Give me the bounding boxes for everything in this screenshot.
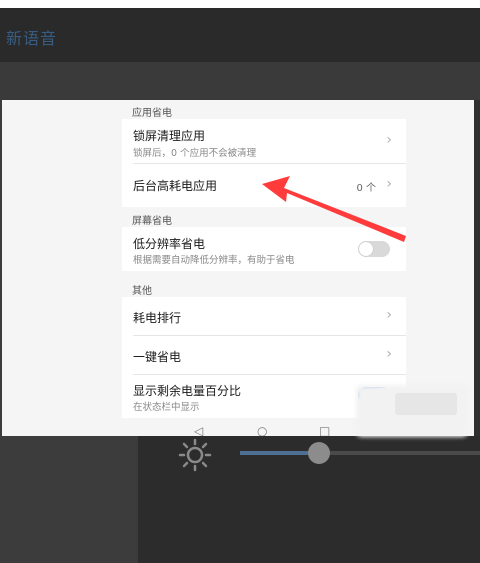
row-title: 后台高耗电应用 — [133, 179, 218, 193]
row-title: 锁屏清理应用 — [133, 129, 206, 143]
background-app-title: 新语音 — [6, 29, 58, 48]
row-subtitle: 锁屏后，0 个应用不会被清理 — [133, 148, 257, 159]
chevron-right-icon: › — [386, 307, 392, 323]
section-header-app-saving: 应用省电 — [132, 108, 172, 119]
back-icon[interactable]: ◁ — [194, 424, 203, 436]
chevron-right-icon: › — [386, 176, 392, 192]
row-title: 一键省电 — [133, 350, 182, 364]
top-edge — [0, 0, 480, 8]
brightness-icon — [178, 438, 212, 472]
section-header-screen-saving: 屏幕省电 — [132, 216, 172, 227]
app-saving-list: 锁屏清理应用 锁屏后，0 个应用不会被清理 › 后台高耗电应用 0 个 › — [122, 119, 406, 207]
row-subtitle: 根据需要自动降低分辨率，有助于省电 — [133, 255, 295, 266]
row-lock-screen-cleanup[interactable]: 锁屏清理应用 锁屏后，0 个应用不会被清理 › — [122, 119, 406, 163]
row-low-resolution[interactable]: 低分辨率省电 根据需要自动降低分辨率，有助于省电 — [122, 227, 406, 271]
background-band — [0, 62, 480, 100]
row-title: 低分辨率省电 — [133, 237, 206, 251]
row-subtitle: 在状态栏中显示 — [133, 402, 200, 413]
low-resolution-toggle[interactable] — [358, 241, 390, 257]
row-title: 耗电排行 — [133, 311, 182, 325]
row-value: 0 个 — [356, 183, 376, 194]
row-background-high-power-apps[interactable]: 后台高耗电应用 0 个 › — [122, 164, 406, 207]
chevron-right-icon: › — [386, 132, 392, 148]
background-app-header: 新语音 — [0, 8, 480, 62]
recents-icon[interactable]: □ — [319, 424, 330, 436]
row-one-tap-saving[interactable]: 一键省电 › — [122, 336, 406, 374]
home-icon[interactable]: ○ — [257, 424, 267, 436]
screen-saving-list: 低分辨率省电 根据需要自动降低分辨率，有助于省电 — [122, 227, 406, 271]
row-title: 显示剩余电量百分比 — [133, 384, 242, 398]
section-header-other: 其他 — [132, 286, 152, 297]
blurred-patch-inner — [395, 393, 457, 415]
chevron-right-icon: › — [386, 346, 392, 362]
row-power-ranking[interactable]: 耗电排行 › — [122, 297, 406, 335]
